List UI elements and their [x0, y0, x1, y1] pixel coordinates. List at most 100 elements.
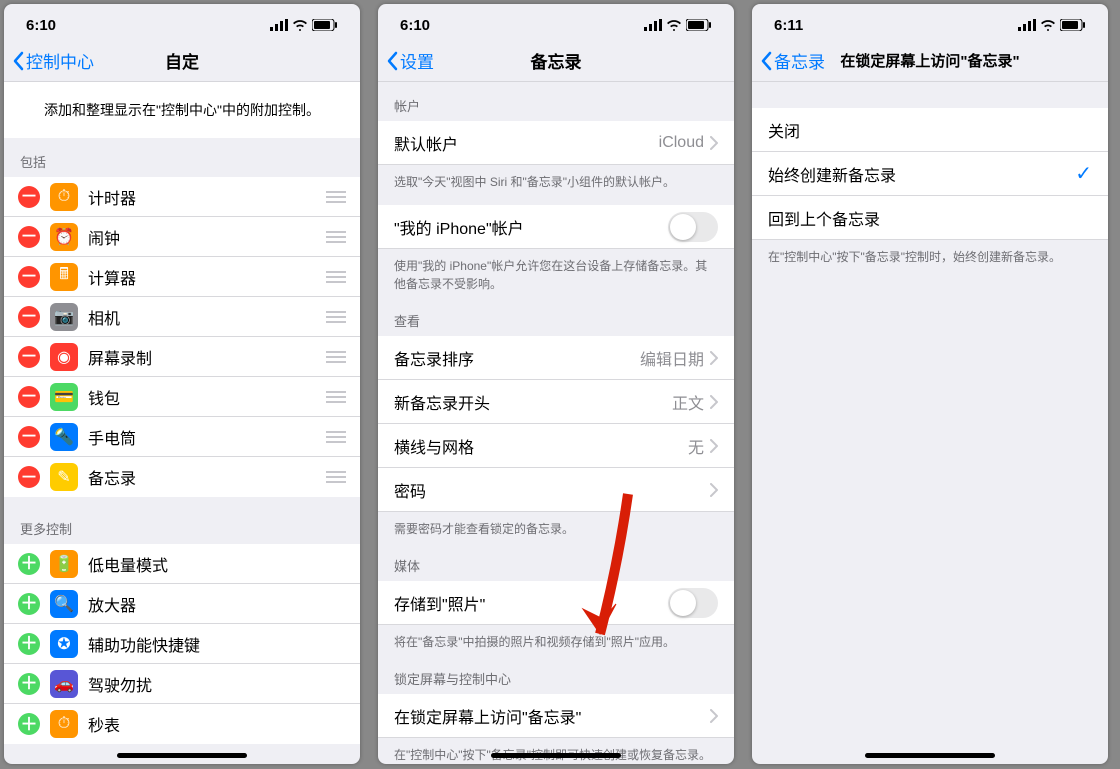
remove-button[interactable]: －: [18, 186, 40, 208]
nav-bar: 备忘录 在锁定屏幕上访问"备忘录": [752, 40, 1108, 82]
add-button[interactable]: ＋: [18, 553, 40, 575]
back-label: 控制中心: [26, 48, 94, 73]
back-button[interactable]: 控制中心: [12, 48, 94, 73]
row-label: 计时器: [88, 185, 326, 209]
content-scroll[interactable]: 添加和整理显示在"控制中心"中的附加控制。 包括 － ⏱ 计时器 － ⏰ 闹钟 …: [4, 82, 360, 764]
cell-label: 默认帐户: [394, 131, 659, 155]
add-button[interactable]: ＋: [18, 593, 40, 615]
content-scroll[interactable]: 帐户 默认帐户 iCloud 选取"今天"视图中 Siri 和"备忘录"小组件的…: [378, 82, 734, 764]
wifi-icon: [666, 19, 682, 31]
signal-icon: [644, 19, 662, 31]
cell-label: 密码: [394, 478, 710, 502]
option-label: 始终创建新备忘录: [768, 162, 1075, 186]
add-button[interactable]: ＋: [18, 713, 40, 735]
add-button[interactable]: ＋: [18, 633, 40, 655]
row-label: 钱包: [88, 385, 326, 409]
battery-icon: [686, 19, 712, 31]
remove-button[interactable]: －: [18, 226, 40, 248]
app-icon: ⏱: [50, 710, 78, 738]
remove-button[interactable]: －: [18, 346, 40, 368]
row-label: 备忘录: [88, 465, 326, 489]
cell-password[interactable]: 密码: [378, 468, 734, 512]
remove-button[interactable]: －: [18, 266, 40, 288]
drag-handle-icon[interactable]: [326, 231, 346, 243]
list-item[interactable]: ＋ ✪ 辅助功能快捷键: [4, 624, 360, 664]
status-bar: 6:10: [378, 4, 734, 40]
drag-handle-icon[interactable]: [326, 431, 346, 443]
row-label: 驾驶勿扰: [88, 672, 346, 696]
cell-value: 无: [688, 434, 704, 458]
nav-bar: 控制中心 自定: [4, 40, 360, 82]
option-off[interactable]: 关闭: [752, 108, 1108, 152]
app-icon: ⏰: [50, 223, 78, 251]
list-item[interactable]: － ⏰ 闹钟: [4, 217, 360, 257]
row-label: 低电量模式: [88, 552, 346, 576]
section-account: 帐户: [378, 82, 734, 121]
section-more: 更多控制: [4, 497, 360, 544]
cell-label: "我的 iPhone"帐户: [394, 215, 668, 239]
cell-on-my-iphone[interactable]: "我的 iPhone"帐户: [378, 205, 734, 249]
list-item[interactable]: － ✎ 备忘录: [4, 457, 360, 497]
app-icon: ✪: [50, 630, 78, 658]
drag-handle-icon[interactable]: [326, 311, 346, 323]
signal-icon: [1018, 19, 1036, 31]
remove-button[interactable]: －: [18, 306, 40, 328]
list-item[interactable]: － 🔦 手电筒: [4, 417, 360, 457]
list-item[interactable]: － ⏱ 计时器: [4, 177, 360, 217]
chevron-left-icon: [386, 51, 398, 71]
content-scroll[interactable]: 关闭 始终创建新备忘录 ✓ 回到上个备忘录 在"控制中心"按下"备忘录"控制时，…: [752, 82, 1108, 764]
home-indicator[interactable]: [117, 753, 247, 758]
row-label: 手电筒: [88, 425, 326, 449]
status-bar: 6:10: [4, 4, 360, 40]
list-item[interactable]: ＋ 🔋 低电量模式: [4, 544, 360, 584]
cell-new-note-start[interactable]: 新备忘录开头 正文: [378, 380, 734, 424]
remove-button[interactable]: －: [18, 386, 40, 408]
back-label: 设置: [400, 48, 434, 73]
drag-handle-icon[interactable]: [326, 191, 346, 203]
add-button[interactable]: ＋: [18, 673, 40, 695]
list-item[interactable]: ＋ 🔍 放大器: [4, 584, 360, 624]
back-button[interactable]: 设置: [386, 48, 434, 73]
option-label: 回到上个备忘录: [768, 206, 1092, 230]
home-indicator[interactable]: [491, 753, 621, 758]
cell-value: iCloud: [659, 134, 704, 152]
cell-save-to-photos[interactable]: 存储到"照片": [378, 581, 734, 625]
cell-lines-grid[interactable]: 横线与网格 无: [378, 424, 734, 468]
option-resume-last[interactable]: 回到上个备忘录: [752, 196, 1108, 240]
home-indicator[interactable]: [865, 753, 995, 758]
cell-default-account[interactable]: 默认帐户 iCloud: [378, 121, 734, 165]
app-icon: 📷: [50, 303, 78, 331]
list-item[interactable]: － ◉ 屏幕录制: [4, 337, 360, 377]
footer-note: 使用"我的 iPhone"帐户允许您在这台设备上存储备忘录。其他备忘录不受影响。: [378, 249, 734, 307]
row-label: 屏幕录制: [88, 345, 326, 369]
back-button[interactable]: 备忘录: [760, 48, 825, 73]
chevron-right-icon: [710, 351, 718, 365]
drag-handle-icon[interactable]: [326, 351, 346, 363]
cell-value: 正文: [672, 390, 704, 414]
remove-button[interactable]: －: [18, 466, 40, 488]
toggle-switch[interactable]: [668, 212, 718, 242]
list-item[interactable]: － 🖩 计算器: [4, 257, 360, 297]
cell-label: 在锁定屏幕上访问"备忘录": [394, 704, 710, 728]
nav-bar: 设置 备忘录: [378, 40, 734, 82]
list-item[interactable]: － 📷 相机: [4, 297, 360, 337]
toggle-switch[interactable]: [668, 588, 718, 618]
status-bar: 6:11: [752, 4, 1108, 40]
chevron-right-icon: [710, 483, 718, 497]
list-item[interactable]: － 💳 钱包: [4, 377, 360, 417]
app-icon: 🖩: [50, 263, 78, 291]
app-icon: 🔋: [50, 550, 78, 578]
status-time: 6:10: [400, 17, 430, 34]
remove-button[interactable]: －: [18, 426, 40, 448]
app-icon: 💳: [50, 383, 78, 411]
cell-sort[interactable]: 备忘录排序 编辑日期: [378, 336, 734, 380]
list-item[interactable]: ＋ ⏱ 秒表: [4, 704, 360, 744]
drag-handle-icon[interactable]: [326, 271, 346, 283]
screen-notes-settings: 6:10 设置 备忘录 帐户 默认帐户 iCloud 选取"今天"视图中 Sir…: [378, 4, 734, 764]
list-item[interactable]: ＋ 🚗 驾驶勿扰: [4, 664, 360, 704]
row-label: 相机: [88, 305, 326, 329]
option-always-new[interactable]: 始终创建新备忘录 ✓: [752, 152, 1108, 196]
drag-handle-icon[interactable]: [326, 471, 346, 483]
drag-handle-icon[interactable]: [326, 391, 346, 403]
cell-access-on-lockscreen[interactable]: 在锁定屏幕上访问"备忘录": [378, 694, 734, 738]
